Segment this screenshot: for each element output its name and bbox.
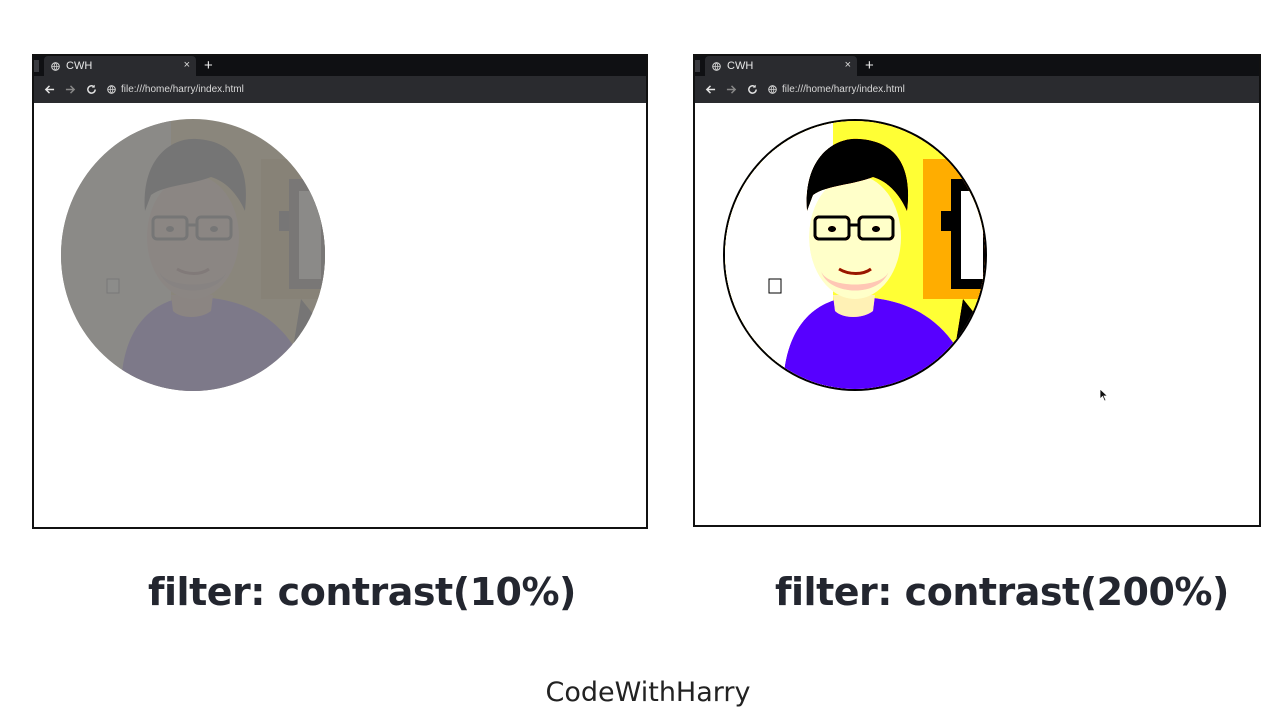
address-bar[interactable]: file:///home/harry/index.html [107, 84, 244, 95]
forward-arrow-icon [65, 85, 75, 94]
page-viewport [34, 103, 646, 527]
tab-strip: CWH × + [34, 56, 646, 76]
tab-cwh[interactable]: CWH × [705, 56, 857, 76]
toolbar: file:///home/harry/index.html [34, 76, 646, 103]
toolbar: file:///home/harry/index.html [695, 76, 1259, 103]
globe-icon [768, 85, 777, 94]
reload-icon [747, 84, 757, 94]
reload-icon [86, 84, 96, 94]
tab-title: CWH [66, 60, 93, 72]
globe-icon [712, 62, 721, 71]
portrait-image [61, 119, 325, 391]
forward-button[interactable] [725, 84, 737, 96]
caption-contrast-high: filter: contrast(200%) [775, 570, 1229, 614]
new-tab-button[interactable]: + [204, 57, 213, 74]
tab-scroll-stub[interactable] [695, 60, 700, 72]
reload-button[interactable] [746, 84, 758, 96]
reload-button[interactable] [85, 84, 97, 96]
globe-icon [107, 85, 116, 94]
tab-close-button[interactable]: × [184, 59, 190, 71]
address-bar[interactable]: file:///home/harry/index.html [768, 84, 905, 95]
url-text: file:///home/harry/index.html [121, 84, 244, 95]
globe-icon [51, 62, 60, 71]
portrait-image [725, 121, 985, 389]
browser-window-left: CWH × + file:///home/harry/index.html [32, 54, 648, 529]
footer-brand: CodeWithHarry [545, 677, 751, 708]
tab-close-button[interactable]: × [845, 59, 851, 71]
tab-title: CWH [727, 60, 754, 72]
profile-photo [723, 119, 987, 391]
new-tab-button[interactable]: + [865, 57, 874, 74]
tab-strip: CWH × + [695, 56, 1259, 76]
back-arrow-icon [44, 85, 54, 94]
page-viewport [695, 103, 1259, 525]
back-button[interactable] [704, 84, 716, 96]
back-button[interactable] [43, 84, 55, 96]
forward-button[interactable] [64, 84, 76, 96]
back-arrow-icon [705, 85, 715, 94]
mouse-cursor-icon [1099, 388, 1109, 402]
tab-scroll-stub[interactable] [34, 60, 39, 72]
caption-contrast-low: filter: contrast(10%) [148, 570, 576, 614]
url-text: file:///home/harry/index.html [782, 84, 905, 95]
browser-window-right: CWH × + file:///home/harry/index.html [693, 54, 1261, 527]
tab-cwh[interactable]: CWH × [44, 56, 196, 76]
profile-photo [61, 119, 325, 391]
forward-arrow-icon [726, 85, 736, 94]
